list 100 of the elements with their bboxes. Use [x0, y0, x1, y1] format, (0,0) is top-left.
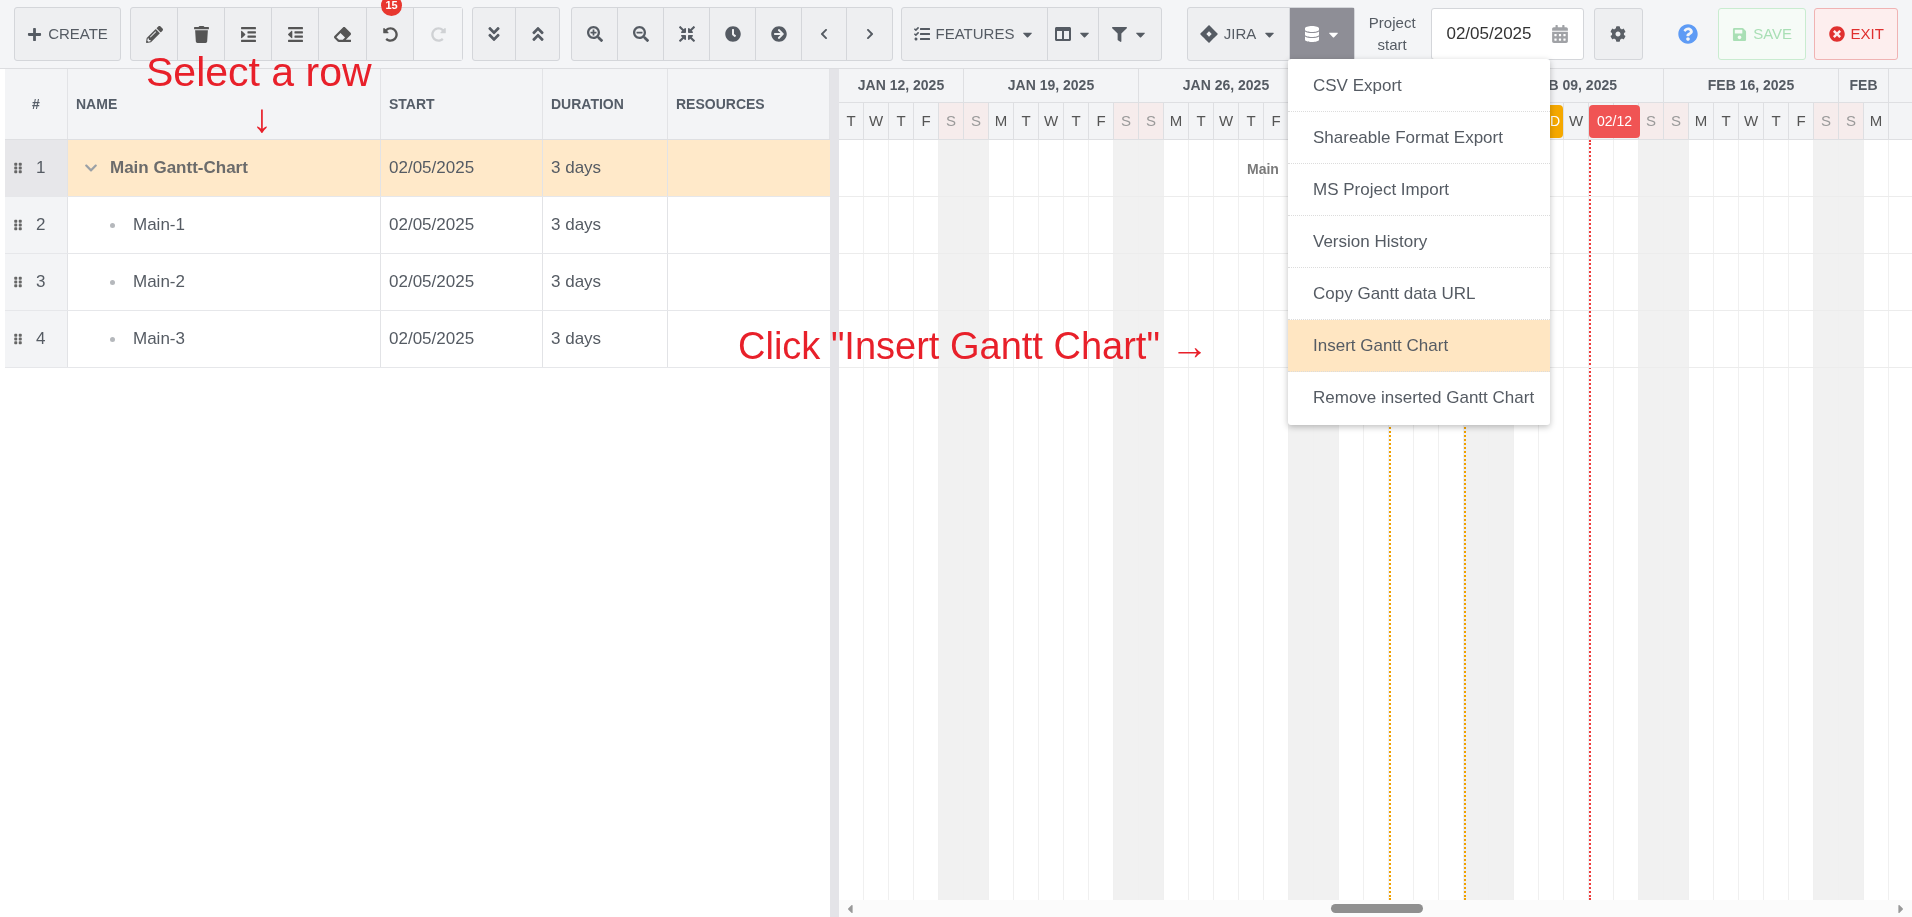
- columns-icon: [1054, 26, 1071, 42]
- day-header: T: [1714, 103, 1739, 139]
- day-header: W: [864, 103, 889, 139]
- close-icon: [1828, 26, 1845, 42]
- day-header: S: [1114, 103, 1139, 139]
- data-menu-button[interactable]: [1290, 8, 1354, 60]
- day-header: T: [889, 103, 914, 139]
- exit-button[interactable]: EXIT: [1814, 8, 1898, 60]
- row-number-cell[interactable]: 2: [5, 197, 68, 253]
- start-date: 02/05/2025: [389, 328, 475, 351]
- help-icon: [1678, 24, 1699, 44]
- day-header: T: [1189, 103, 1214, 139]
- database-icon: [1303, 26, 1320, 42]
- row-number-cell[interactable]: 1: [5, 140, 68, 196]
- create-button[interactable]: CREATE: [15, 8, 120, 60]
- day-header: M: [1689, 103, 1714, 139]
- eraser-icon: [334, 25, 351, 43]
- bullet-icon: [110, 279, 115, 285]
- drag-handle-icon: [12, 333, 24, 345]
- task-name: Main-1: [133, 214, 185, 237]
- duration: 3 days: [551, 271, 602, 294]
- calendar-icon: [1550, 25, 1569, 43]
- start-date: 02/05/2025: [389, 157, 475, 180]
- bullet-icon: [110, 222, 115, 228]
- bullet-icon: [110, 336, 115, 342]
- zoom-out-icon: [632, 26, 649, 42]
- day-header: S: [1664, 103, 1689, 139]
- day-header: T: [1014, 103, 1039, 139]
- day-header: W: [1214, 103, 1239, 139]
- filter-icon: [1112, 26, 1127, 42]
- duration: 3 days: [551, 214, 602, 237]
- double-chevron-down-icon: [485, 25, 503, 43]
- day-header: S: [1639, 103, 1664, 139]
- clock-icon: [724, 26, 741, 42]
- horizontal-scrollbar[interactable]: [839, 900, 1912, 917]
- menu-item[interactable]: Version History: [1288, 216, 1550, 268]
- project-start-field[interactable]: 02/05/2025: [1431, 8, 1584, 60]
- day-header: S: [964, 103, 989, 139]
- annotation-text: Select a row: [146, 52, 372, 93]
- checklist-icon: [913, 26, 930, 42]
- duration: 3 days: [551, 157, 602, 180]
- row-number-cell[interactable]: 3: [5, 254, 68, 310]
- save-icon: [1732, 26, 1748, 42]
- menu-item[interactable]: Shareable Format Export: [1288, 112, 1550, 164]
- week-label: JAN 12, 2025: [857, 76, 945, 95]
- day-header: M: [1864, 103, 1889, 139]
- plus-icon: [27, 26, 43, 42]
- week-label: JAN 26, 2025: [1182, 76, 1270, 95]
- week-label: JAN 19, 2025: [1007, 76, 1095, 95]
- task-bar-label: Main: [1247, 160, 1279, 179]
- compress-icon: [678, 26, 695, 42]
- today-marker: 02/12: [1589, 105, 1640, 138]
- menu-item[interactable]: Remove inserted Gantt Chart: [1288, 372, 1550, 424]
- zoom-in-icon: [586, 26, 603, 42]
- day-header: W: [1739, 103, 1764, 139]
- scrollbar-thumb[interactable]: [1331, 904, 1423, 913]
- drag-handle-icon: [12, 276, 24, 288]
- arrow-circle-right-icon: [770, 26, 787, 42]
- logo-icon: [1199, 25, 1218, 43]
- settings-icon: [1610, 26, 1627, 42]
- outdent-icon: [286, 25, 304, 43]
- day-header: T: [1764, 103, 1789, 139]
- day-header: W: [1039, 103, 1064, 139]
- pencil-icon: [145, 25, 163, 43]
- column-header: #: [5, 69, 68, 139]
- day-header: M: [1164, 103, 1189, 139]
- day-header: T: [839, 103, 864, 139]
- drag-handle-icon: [12, 219, 24, 231]
- menu-item[interactable]: Insert Gantt Chart: [1288, 320, 1550, 372]
- task-name: Main-3: [133, 328, 185, 351]
- week-label: FEB 16, 2025: [1707, 76, 1795, 95]
- start-date: 02/05/2025: [389, 214, 475, 237]
- menu-item[interactable]: CSV Export: [1288, 60, 1550, 112]
- day-header: S: [1839, 103, 1864, 139]
- column-header: START: [381, 69, 543, 139]
- day-header: S: [1814, 103, 1839, 139]
- row-number-cell[interactable]: 4: [5, 311, 68, 367]
- column-header: DURATION: [543, 69, 668, 139]
- indent-icon: [239, 25, 257, 43]
- undo-count-badge: 15: [381, 0, 402, 16]
- week-label: FEB: [1849, 76, 1878, 95]
- day-header: T: [1064, 103, 1089, 139]
- help-button[interactable]: [1677, 23, 1699, 45]
- undo-icon: [382, 26, 398, 42]
- annotation-arrow: ↓: [252, 98, 272, 138]
- duration: 3 days: [551, 328, 602, 351]
- task-name: Main Gantt-Chart: [110, 157, 248, 180]
- day-header: S: [939, 103, 964, 139]
- day-header: S: [1139, 103, 1164, 139]
- settings-button[interactable]: [1593, 8, 1643, 60]
- annotation-text: Click "Insert Gantt Chart" →: [738, 327, 1209, 365]
- features-button[interactable]: FEATURES: [902, 8, 1048, 60]
- chevron-left-icon: [818, 28, 830, 40]
- task-name: Main-2: [133, 271, 185, 294]
- drag-handle-icon: [12, 162, 24, 174]
- day-header: M: [989, 103, 1014, 139]
- project-start-label: Project start: [1367, 13, 1417, 55]
- redo-icon: [430, 26, 446, 42]
- menu-item[interactable]: MS Project Import: [1288, 164, 1550, 216]
- start-date: 02/05/2025: [389, 271, 475, 294]
